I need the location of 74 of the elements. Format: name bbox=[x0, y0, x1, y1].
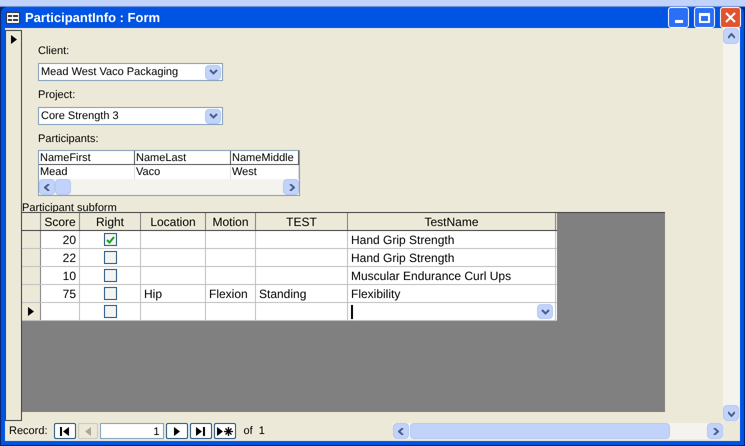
form-icon bbox=[6, 12, 20, 24]
scroll-button[interactable] bbox=[393, 423, 409, 439]
table-cell: Hand Grip Strength bbox=[351, 252, 454, 264]
close-button[interactable] bbox=[720, 7, 741, 28]
new-record-icon bbox=[216, 426, 233, 436]
column-header[interactable]: TestName bbox=[348, 213, 556, 230]
field-label: Client: bbox=[38, 46, 70, 57]
scroll-thumb[interactable] bbox=[55, 179, 71, 195]
next-icon bbox=[174, 426, 180, 436]
previous-icon bbox=[84, 426, 91, 436]
horizontal-scrollbar[interactable] bbox=[393, 423, 723, 439]
first-icon bbox=[60, 426, 70, 436]
record-selector[interactable] bbox=[22, 303, 41, 320]
checkbox[interactable] bbox=[104, 287, 116, 300]
maximize-button[interactable] bbox=[694, 7, 715, 28]
table-cell: 20 bbox=[62, 234, 76, 246]
checkbox[interactable] bbox=[104, 251, 116, 264]
minimize-button[interactable] bbox=[668, 7, 689, 28]
record-number-field[interactable]: 1 bbox=[100, 423, 164, 439]
navigation-label: Record: bbox=[9, 424, 48, 439]
next-record-button[interactable] bbox=[166, 423, 188, 439]
checkbox[interactable] bbox=[104, 269, 116, 282]
new-record-button[interactable] bbox=[214, 423, 236, 439]
table-cell: Flexion bbox=[209, 288, 248, 300]
column-header[interactable]: Right bbox=[80, 213, 141, 230]
field-label: Project: bbox=[38, 90, 76, 101]
scroll-thumb[interactable] bbox=[410, 423, 670, 439]
column-header[interactable]: NameLast bbox=[135, 151, 231, 164]
of-label: of bbox=[244, 424, 253, 439]
combo-value: Mead West Vaco Packaging bbox=[41, 66, 178, 78]
first-record-button[interactable] bbox=[54, 423, 76, 439]
column-header[interactable]: Score bbox=[41, 213, 80, 230]
dropdown-button[interactable] bbox=[205, 108, 221, 124]
scroll-button[interactable] bbox=[723, 405, 739, 421]
column-header[interactable]: Location bbox=[141, 213, 206, 230]
dropdown-button[interactable] bbox=[205, 64, 221, 80]
window-title: ParticipantInfo : Form bbox=[25, 8, 160, 27]
table-cell: Flexibility bbox=[351, 288, 400, 300]
chevron-down-icon bbox=[540, 308, 550, 314]
column-header[interactable]: Motion bbox=[206, 213, 256, 230]
column-header[interactable]: NameFirst bbox=[39, 151, 135, 164]
dropdown-button[interactable] bbox=[537, 304, 553, 319]
table-cell: 75 bbox=[62, 288, 76, 300]
last-icon bbox=[196, 426, 206, 436]
close-icon bbox=[725, 12, 736, 23]
scroll-button[interactable] bbox=[723, 28, 739, 44]
table-cell: 10 bbox=[62, 270, 76, 282]
scroll-button[interactable] bbox=[283, 179, 299, 195]
combo-value: Core Strength 3 bbox=[41, 110, 119, 122]
current-record-icon bbox=[28, 307, 34, 316]
column-header[interactable]: TEST bbox=[256, 213, 348, 230]
column-header[interactable]: NameMiddle bbox=[231, 151, 299, 164]
table-cell: Hip bbox=[144, 288, 162, 300]
record-selector[interactable] bbox=[5, 30, 22, 421]
table-cell: Muscular Endurance Curl Ups bbox=[351, 270, 512, 282]
current-record-icon bbox=[10, 35, 16, 44]
table-cell: 22 bbox=[62, 252, 76, 264]
table-cell: Standing bbox=[259, 288, 306, 300]
vertical-scrollbar[interactable] bbox=[723, 28, 740, 421]
chevron-down-icon bbox=[208, 69, 218, 75]
text-cursor bbox=[351, 304, 353, 318]
last-record-button[interactable] bbox=[190, 423, 212, 439]
check-icon bbox=[106, 236, 114, 244]
checkbox[interactable] bbox=[104, 233, 116, 246]
subform-label: Participant subform bbox=[22, 203, 117, 214]
field-label: Participants: bbox=[38, 134, 100, 145]
checkbox[interactable] bbox=[104, 305, 116, 318]
combo-box[interactable]: Mead West Vaco Packaging bbox=[38, 63, 223, 81]
table-cell: Hand Grip Strength bbox=[351, 234, 454, 246]
chevron-down-icon bbox=[208, 113, 218, 119]
scroll-button[interactable] bbox=[39, 179, 55, 195]
combo-box[interactable]: Core Strength 3 bbox=[38, 107, 223, 125]
scroll-button[interactable] bbox=[707, 423, 723, 439]
record-count: 1 bbox=[258, 424, 265, 439]
